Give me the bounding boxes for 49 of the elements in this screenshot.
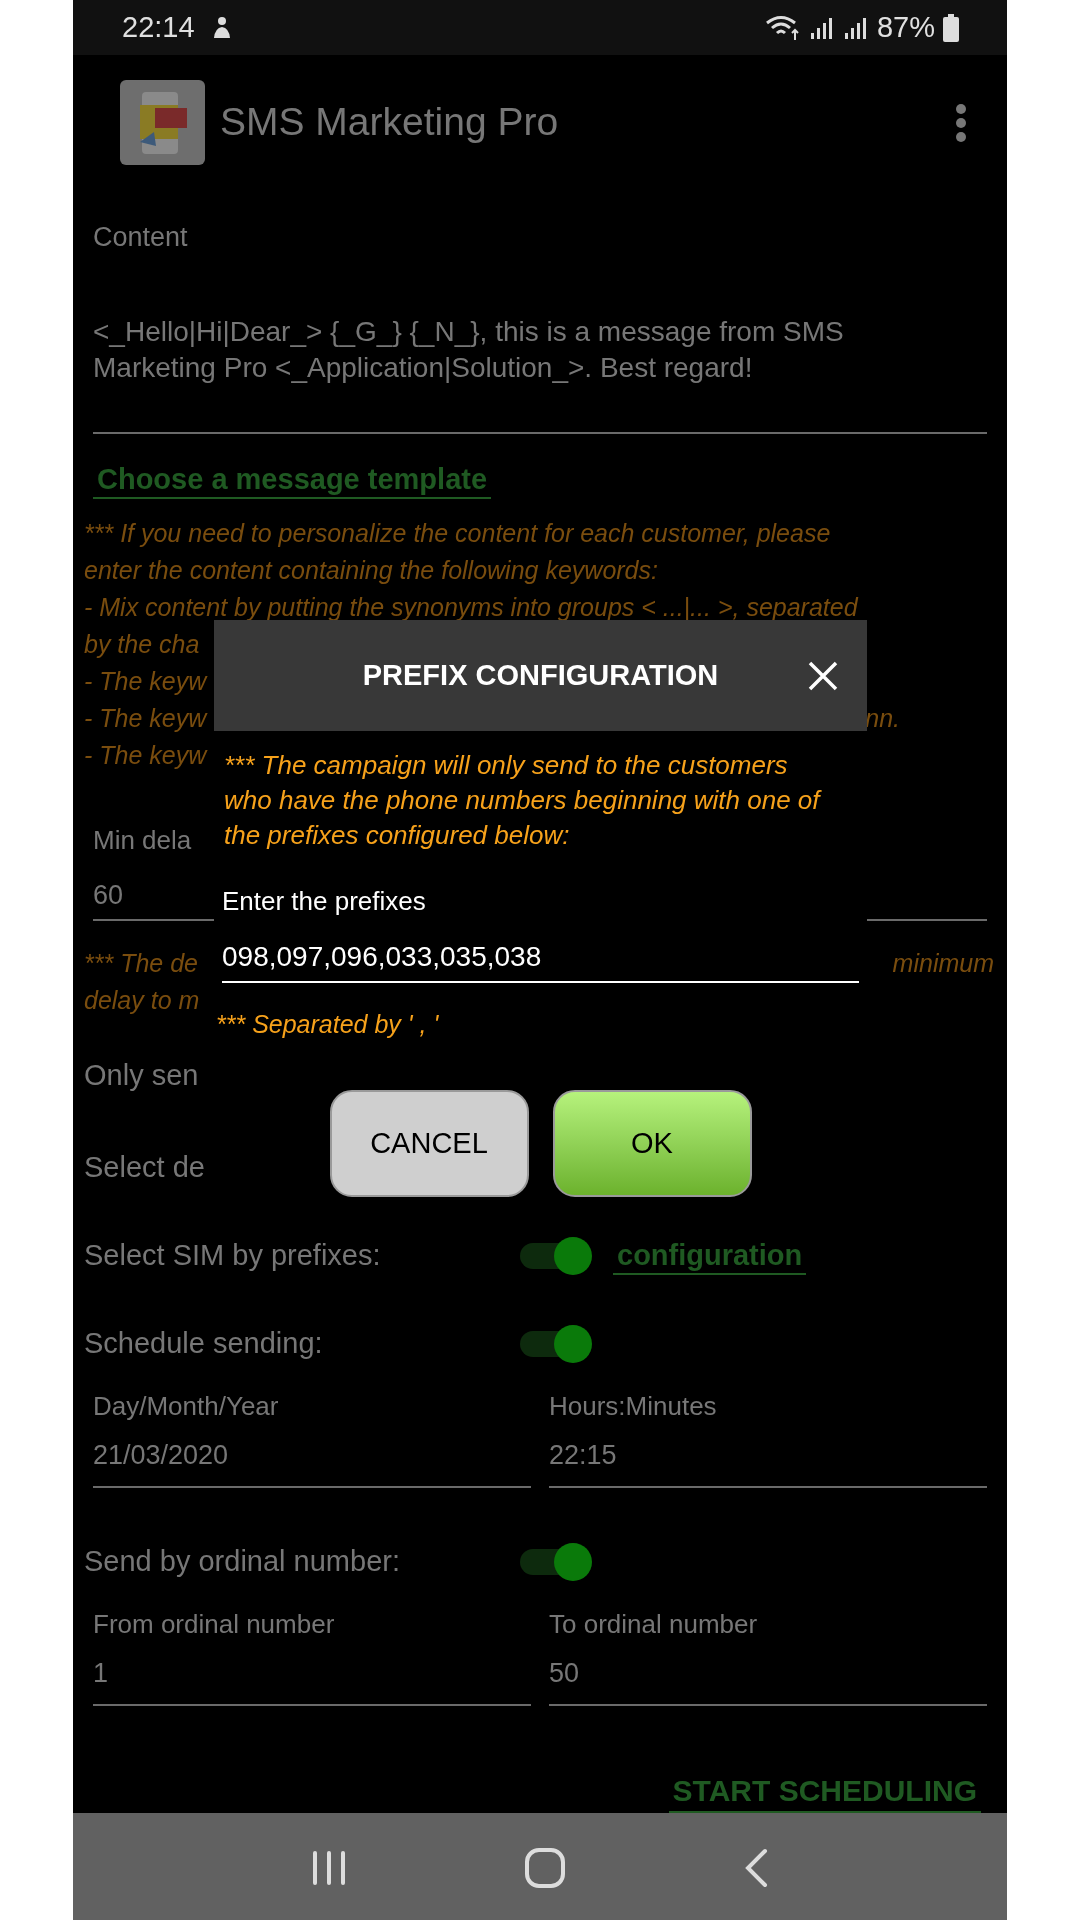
- note-text: enter the content containing the following keywords:: [84, 554, 658, 586]
- separator-hint: *** Separated by ' , ': [216, 1009, 440, 1040]
- template-link[interactable]: Choose a message template: [93, 461, 492, 499]
- min-delay-label: Min dela: [93, 824, 192, 856]
- cancel-button[interactable]: CANCEL: [329, 1090, 529, 1197]
- message-content[interactable]: <_Hello|Hi|Dear_> {_G_} {_N_}, this is a message from SMS Marketing Pro <_Application|Solution_>. Best regard!: [93, 314, 893, 386]
- note-text: minimum: [892, 947, 994, 979]
- prefix-field-label: Enter the prefixes: [222, 885, 427, 918]
- battery-icon: [943, 13, 959, 42]
- note-text: delay to m: [84, 984, 200, 1016]
- close-icon[interactable]: [807, 659, 839, 692]
- note-text: - The keyw: [84, 702, 207, 734]
- configuration-link[interactable]: configuration: [613, 1237, 807, 1275]
- option-label: Only sen: [84, 1058, 199, 1093]
- setting-label: Select SIM by prefixes:: [84, 1238, 382, 1274]
- field-label: Hours:Minutes: [549, 1390, 718, 1423]
- ok-button[interactable]: OK: [552, 1090, 752, 1197]
- note-text: *** The de: [84, 947, 198, 979]
- dialog-message: *** The campaign will only send to the customers who have the phone numbers beginning with one of the prefixes configured below:: [223, 749, 823, 852]
- note-text: *** If you need to personalize the content for each customer, please: [84, 517, 831, 549]
- field-label: To ordinal number: [549, 1608, 759, 1641]
- battery-percent: 87%: [876, 9, 935, 45]
- note-text: - The keyw: [84, 739, 207, 771]
- home-icon[interactable]: [524, 1846, 566, 1889]
- field-label: Day/Month/Year: [93, 1390, 280, 1423]
- note-text: - The keyw: [84, 665, 207, 697]
- option-label: Select de: [84, 1150, 205, 1185]
- note-text: nn.: [865, 702, 900, 734]
- toggle-switch[interactable]: [520, 1236, 592, 1276]
- content-label: Content: [93, 221, 189, 254]
- toggle-switch[interactable]: [520, 1324, 592, 1364]
- status-time: 22:14: [122, 9, 195, 45]
- dialog-title: PREFIX CONFIGURATION: [362, 657, 719, 693]
- input-field[interactable]: 21/03/2020: [93, 1424, 531, 1488]
- toggle-switch[interactable]: [520, 1542, 592, 1582]
- app-logo-icon: [120, 80, 205, 165]
- more-options-icon[interactable]: [955, 102, 967, 143]
- wifi-icon: [764, 13, 801, 42]
- note-text: - Mix content by putting the synonyms into groups < ...|... >, separated: [84, 591, 858, 623]
- input-field[interactable]: 22:15: [549, 1424, 987, 1488]
- recent-apps-icon[interactable]: [311, 1848, 348, 1887]
- setting-label: Send by ordinal number:: [84, 1544, 401, 1580]
- app-title: SMS Marketing Pro: [220, 99, 559, 146]
- note-text: by the cha: [84, 628, 200, 660]
- field-label: From ordinal number: [93, 1608, 336, 1641]
- input-field[interactable]: 50: [549, 1642, 987, 1706]
- input-field[interactable]: 1: [93, 1642, 531, 1706]
- setting-label: Schedule sending:: [84, 1326, 324, 1362]
- prefix-input-field[interactable]: 098,097,096,033,035,038: [222, 933, 859, 983]
